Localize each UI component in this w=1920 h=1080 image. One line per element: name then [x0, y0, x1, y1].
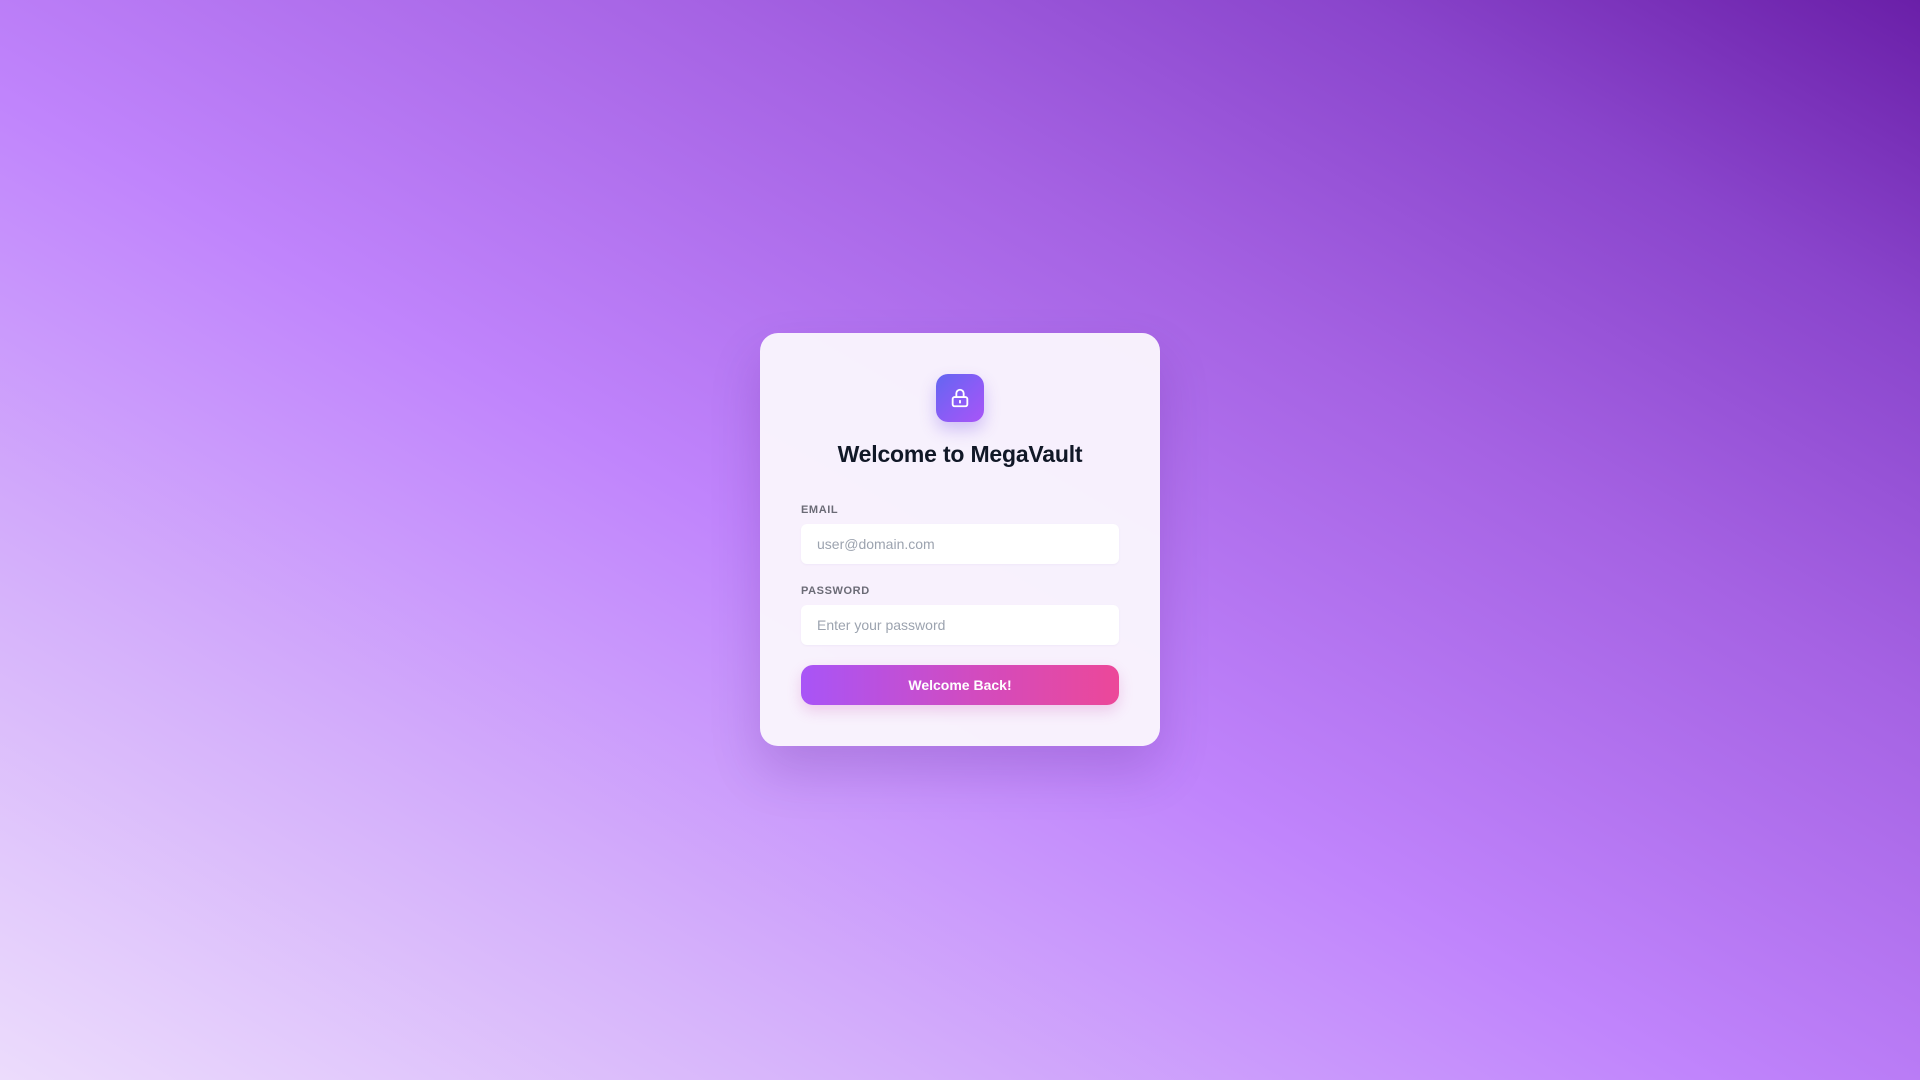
logo-wrapper: [801, 374, 1119, 422]
lock-icon: [951, 388, 969, 408]
email-label: EMAIL: [801, 504, 839, 516]
password-field[interactable]: [801, 605, 1119, 645]
email-field[interactable]: [801, 524, 1119, 564]
page-title: Welcome to MegaVault: [837, 441, 1083, 467]
login-button[interactable]: Welcome Back!: [801, 665, 1119, 705]
login-card: Welcome to MegaVault EMAIL PASSWORD Welc…: [760, 333, 1160, 746]
password-label: PASSWORD: [801, 585, 870, 597]
lock-icon-badge: [936, 374, 984, 422]
